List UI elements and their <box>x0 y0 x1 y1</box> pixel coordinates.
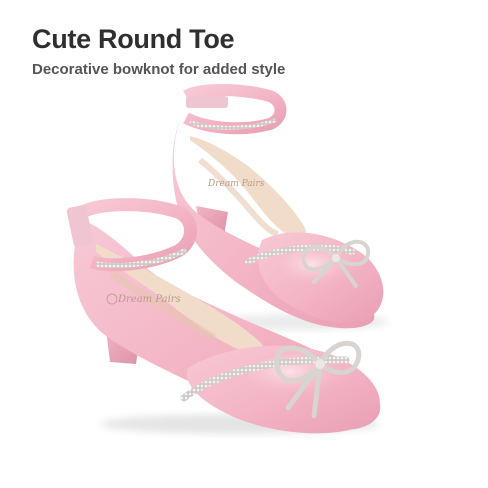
front-insole-brand: Dream Pairs <box>117 294 181 305</box>
back-shoe: Dream Pairs <box>172 84 390 330</box>
back-insole-brand: Dream Pairs <box>207 179 265 189</box>
product-image: Dream Pairs Dream Pairs <box>66 84 390 434</box>
